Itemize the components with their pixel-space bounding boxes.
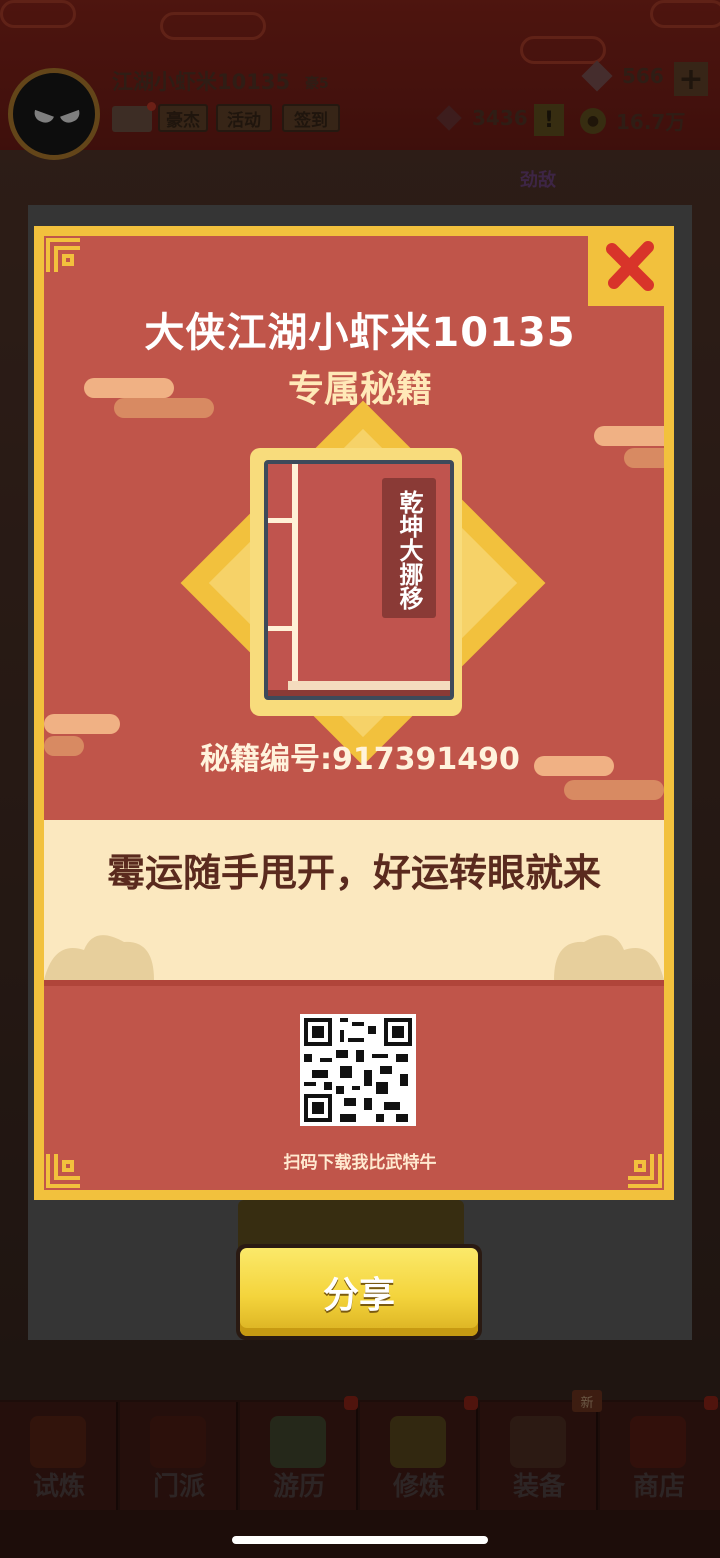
manual-serial-number: 秘籍编号:917391490	[200, 742, 520, 777]
close-icon	[606, 241, 654, 291]
modal-title: 大侠江湖小虾米10135	[144, 310, 576, 356]
book-pages	[288, 681, 450, 690]
home-indicator[interactable]	[232, 1536, 488, 1544]
share-button[interactable]: 分享	[236, 1244, 482, 1340]
qr-code	[300, 1014, 416, 1126]
book-edge	[268, 690, 450, 696]
cloud-decoration	[624, 448, 664, 468]
cloud-decoration	[44, 935, 154, 980]
share-button-label: 分享	[240, 1248, 478, 1336]
book-binding	[268, 518, 296, 523]
cloud-decoration	[564, 780, 664, 800]
book-spine	[292, 464, 298, 696]
qr-code-icon	[300, 1014, 416, 1126]
secret-book-icon: 乾坤大挪移	[264, 460, 454, 700]
book-title: 乾坤大挪移	[382, 478, 436, 618]
fortune-quote: 霉运随手甩开，好运转眼就来	[106, 851, 601, 895]
book-binding	[268, 626, 296, 631]
cloud-decoration	[594, 426, 664, 446]
corner-ornament	[44, 236, 84, 276]
qr-caption: 扫码下载我比武特牛	[283, 1153, 437, 1173]
close-button[interactable]	[588, 226, 674, 306]
quote-band: 霉运随手甩开，好运转眼就来	[44, 820, 664, 986]
cloud-decoration	[44, 714, 120, 734]
cloud-decoration	[554, 935, 664, 980]
